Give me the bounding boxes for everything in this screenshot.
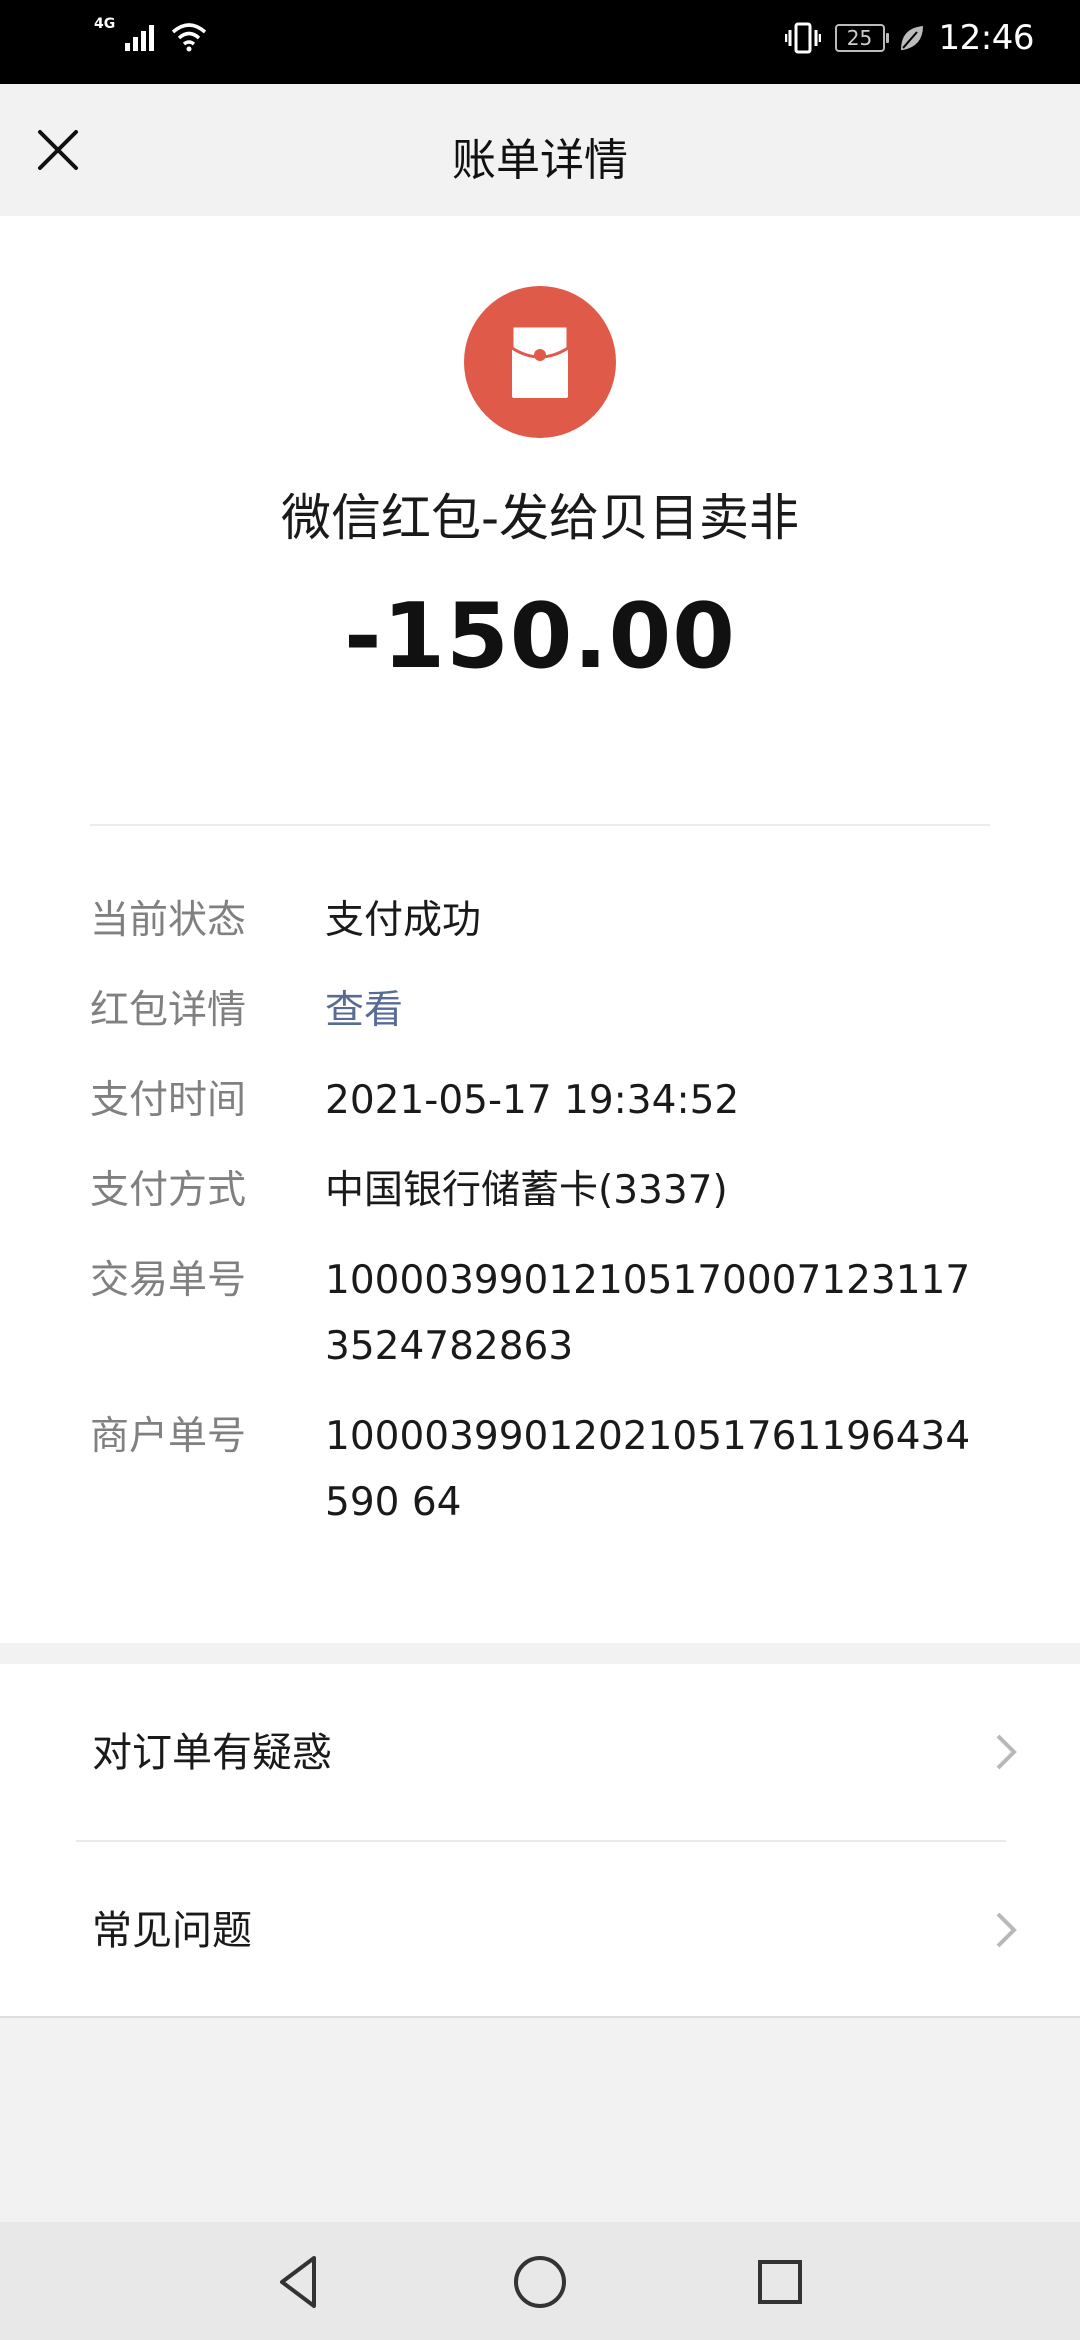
- back-triangle-icon[interactable]: [268, 2250, 332, 2314]
- battery-level: 25: [846, 26, 873, 50]
- signal-icon: [125, 25, 155, 51]
- detail-value: 100003990121051700071231173524782863: [325, 1258, 971, 1369]
- detail-row-transaction-id: 交易单号 10000399012105170007123117352478286…: [90, 1248, 990, 1380]
- page-title: 账单详情: [452, 135, 628, 186]
- detail-label: 当前状态: [90, 898, 247, 943]
- divider: [90, 824, 990, 826]
- help-item-label: 常见问题: [92, 1908, 252, 1954]
- transaction-amount: -150.00: [344, 584, 736, 689]
- detail-value: 10000399012021051761196434590 64: [325, 1414, 971, 1525]
- detail-row-redpacket: 红包详情 查看: [90, 978, 990, 1044]
- chevron-right-icon: [996, 1734, 1017, 1770]
- leaf-icon: [900, 26, 923, 50]
- recents-square-icon[interactable]: [748, 2250, 812, 2314]
- detail-label: 交易单号: [90, 1258, 247, 1303]
- transaction-card: 微信红包-发给贝目卖非 -150.00 当前状态 支付成功 红包详情 查看 支付…: [0, 216, 1080, 1643]
- system-nav-bar: [0, 2222, 1080, 2340]
- detail-row-merchant-id: 商户单号 10000399012021051761196434590 64: [90, 1404, 990, 1536]
- red-packet-icon: [464, 286, 616, 438]
- help-item-label: 对订单有疑惑: [92, 1730, 332, 1776]
- faq-item[interactable]: 常见问题: [0, 1842, 1080, 2017]
- wifi-icon: [172, 23, 207, 52]
- detail-label: 红包详情: [90, 988, 247, 1033]
- help-list: 对订单有疑惑 常见问题: [0, 1664, 1080, 2018]
- battery-icon: 25: [834, 24, 889, 52]
- detail-row-time: 支付时间 2021-05-17 19:34:52: [90, 1068, 990, 1134]
- status-right: 25 12:46: [784, 18, 1035, 58]
- status-bar: 4G 25 12:46: [0, 0, 1080, 84]
- network-type: 4G: [94, 16, 116, 32]
- detail-label: 支付时间: [90, 1078, 247, 1123]
- chevron-right-icon: [996, 1912, 1017, 1948]
- detail-value: 2021-05-17 19:34:52: [325, 1078, 740, 1123]
- detail-value: 中国银行储蓄卡(3337): [325, 1168, 728, 1213]
- detail-row-status: 当前状态 支付成功: [90, 888, 990, 954]
- transaction-title: 微信红包-发给贝目卖非: [280, 489, 800, 547]
- detail-row-method: 支付方式 中国银行储蓄卡(3337): [90, 1158, 990, 1224]
- vibrate-icon: [784, 22, 821, 54]
- detail-value: 支付成功: [325, 898, 482, 943]
- details-list: 当前状态 支付成功 红包详情 查看 支付时间 2021-05-17 19:34:…: [90, 888, 990, 1560]
- detail-label: 支付方式: [90, 1168, 247, 1213]
- order-question-item[interactable]: 对订单有疑惑: [0, 1664, 1080, 1839]
- home-circle-icon[interactable]: [508, 2250, 572, 2314]
- view-redpacket-link[interactable]: 查看: [325, 978, 990, 1044]
- title-bar: 账单详情: [0, 84, 1080, 216]
- clock: 12:46: [938, 18, 1035, 58]
- detail-label: 商户单号: [90, 1414, 247, 1459]
- status-left: 4G: [94, 16, 209, 52]
